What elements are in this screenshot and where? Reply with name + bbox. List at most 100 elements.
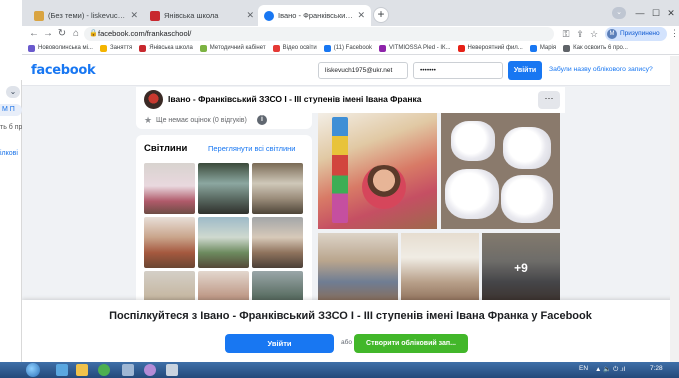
bookmark-star-icon[interactable]: ☆ xyxy=(588,28,600,40)
password-field[interactable]: ••••••• xyxy=(413,62,503,79)
bookmark-label: Заняття xyxy=(109,45,133,51)
page-avatar[interactable] xyxy=(144,90,163,109)
chevron-down-icon[interactable]: ⌄ xyxy=(6,86,20,98)
avatar: M xyxy=(607,29,617,39)
browser-window: (Без теми) - liskevuch1975@ukr… ✕ Янівсь… xyxy=(22,0,679,362)
background-window: ⌄ M П ть б про ілкові xyxy=(0,80,26,362)
bookmark-favicon-icon xyxy=(272,44,280,52)
close-icon[interactable]: ✕ xyxy=(130,10,138,21)
start-button-icon[interactable] xyxy=(26,363,40,377)
email-field[interactable]: liskevuch1975@ukr.net xyxy=(318,62,408,79)
chrome-icon[interactable] xyxy=(98,364,110,376)
close-icon[interactable]: ✕ xyxy=(357,10,365,21)
close-icon[interactable]: ✕ xyxy=(246,10,254,21)
media-icon[interactable] xyxy=(122,364,134,376)
bookmark-label: (11) Facebook xyxy=(333,45,373,51)
explorer-icon[interactable] xyxy=(56,364,68,376)
maximize-icon[interactable]: ☐ xyxy=(648,6,664,20)
url-text: facebook.com/frankaschool/ xyxy=(98,29,192,38)
post-photo[interactable] xyxy=(318,113,437,229)
tab-search-icon[interactable]: ⌄ xyxy=(612,7,626,19)
bookmark-item[interactable]: Нововолинська мі... xyxy=(28,44,93,52)
background-window-link[interactable]: ілкові xyxy=(0,150,18,157)
page-scrollbar[interactable] xyxy=(670,56,679,362)
photo-thumbnail[interactable] xyxy=(198,163,249,214)
post-photo-detail xyxy=(332,117,348,223)
bookmark-favicon-icon xyxy=(457,44,465,52)
tab-facebook[interactable]: Івано - Франківський ЗЗСО І - ІІ ✕ xyxy=(258,5,371,26)
create-account-button[interactable]: Створити обліковий зап... xyxy=(354,334,468,353)
home-icon[interactable]: ⌂ xyxy=(70,28,82,40)
window-close-icon[interactable]: ✕ xyxy=(663,6,679,20)
tab-school[interactable]: Янівська школа ✕ xyxy=(144,5,260,26)
bookmark-label: Нововолинська мі... xyxy=(38,45,93,51)
toolbar: ← → ↻ ⌂ 🔒 facebook.com/frankaschool/ ⚿ ⇪… xyxy=(22,26,679,42)
viber-icon[interactable] xyxy=(144,364,156,376)
forgot-account-link[interactable]: Забули назву облікового запису? xyxy=(549,66,653,73)
minimize-icon[interactable]: — xyxy=(632,6,648,20)
post-photo[interactable] xyxy=(401,233,479,303)
bookmark-item[interactable]: Невероятний фил... xyxy=(457,44,523,52)
post-photo[interactable] xyxy=(441,113,560,229)
mail-favicon-icon xyxy=(34,10,44,21)
bookmark-label: Відео освіти xyxy=(282,45,317,51)
tab-email[interactable]: (Без теми) - liskevuch1975@ukr… ✕ xyxy=(28,5,144,26)
bookmark-favicon-icon xyxy=(563,44,571,52)
see-all-photos-link[interactable]: Переглянути всі світлини xyxy=(208,144,295,153)
bookmark-favicon-icon xyxy=(28,44,35,52)
school-favicon-icon xyxy=(150,10,160,21)
back-icon[interactable]: ← xyxy=(28,28,40,40)
app-icon[interactable] xyxy=(166,364,178,376)
address-bar[interactable]: 🔒 facebook.com/frankaschool/ xyxy=(84,27,554,41)
photo-thumbnail[interactable] xyxy=(198,217,249,268)
folder-icon[interactable] xyxy=(76,364,88,376)
page-header: Івано - Франківський ЗЗСО І - ІІІ ступен… xyxy=(136,87,565,113)
bookmark-label: Методичний кабінет xyxy=(209,45,266,51)
bookmark-item[interactable]: Марія xyxy=(529,44,557,52)
bookmark-label: Невероятний фил... xyxy=(467,45,523,51)
clock[interactable]: 7:28 xyxy=(650,365,663,372)
bookmark-favicon-icon xyxy=(199,44,207,52)
tab-title: (Без теми) - liskevuch1975@ukr… xyxy=(48,11,126,20)
prompt-login-button[interactable]: Увійти xyxy=(225,334,334,353)
photo-thumbnail[interactable] xyxy=(144,163,195,214)
key-icon[interactable]: ⚿ xyxy=(560,28,572,40)
taskbar: EN ▲ 🔈 ⏻ .ıl 7:28 xyxy=(0,362,679,378)
post-photo-detail xyxy=(445,169,499,219)
bookmarks-bar: Нововолинська мі... Заняття Янівська школа… xyxy=(22,42,679,55)
facebook-logo[interactable]: facebook xyxy=(31,63,96,78)
background-window-button[interactable]: M П xyxy=(0,104,22,116)
bookmark-favicon-icon xyxy=(99,44,107,52)
profile-button[interactable]: M Призупинено xyxy=(605,27,667,41)
bookmark-item[interactable]: Заняття xyxy=(99,44,133,52)
bookmark-favicon-icon xyxy=(379,44,387,52)
bookmark-item[interactable]: Методичний кабінет xyxy=(199,44,266,52)
reload-icon[interactable]: ↻ xyxy=(56,28,68,40)
facebook-favicon-icon xyxy=(264,10,274,21)
photo-thumbnail[interactable] xyxy=(252,217,303,268)
tab-title: Івано - Франківський ЗЗСО І - ІІ xyxy=(278,11,353,20)
bookmark-label: Марія xyxy=(539,45,557,51)
post-photo-detail xyxy=(501,175,553,223)
photo-thumbnail[interactable] xyxy=(144,217,195,268)
share-icon[interactable]: ⇪ xyxy=(574,28,586,40)
more-photos-overlay[interactable]: +9 xyxy=(482,233,560,303)
bookmark-item[interactable]: (11) Facebook xyxy=(323,44,373,52)
browser-menu-icon[interactable]: ⋮ xyxy=(670,28,679,39)
forward-icon[interactable]: → xyxy=(42,28,54,40)
bookmark-item[interactable]: Відео освіти xyxy=(272,44,317,52)
bookmark-item[interactable]: Как освоить 6 про... xyxy=(563,44,628,52)
login-button[interactable]: Увійти xyxy=(508,61,542,80)
post-photo[interactable] xyxy=(318,233,398,303)
bookmark-label: Янівська школа xyxy=(149,45,193,51)
language-indicator[interactable]: EN xyxy=(579,365,588,372)
info-icon[interactable]: i xyxy=(257,115,267,125)
bookmark-label: Как освоить 6 про... xyxy=(573,45,628,51)
more-options-button[interactable]: ··· xyxy=(538,91,560,109)
login-prompt-title: Поспілкуйтеся з Івано - Франківський ЗЗС… xyxy=(109,310,592,322)
bookmark-item[interactable]: VITMIOSSA Plеd - ІК... xyxy=(379,44,451,52)
new-tab-button[interactable]: + xyxy=(373,7,389,23)
system-tray-icons[interactable]: ▲ 🔈 ⏻ .ıl xyxy=(595,365,625,374)
photo-thumbnail[interactable] xyxy=(252,163,303,214)
bookmark-item[interactable]: Янівська школа xyxy=(139,44,193,52)
